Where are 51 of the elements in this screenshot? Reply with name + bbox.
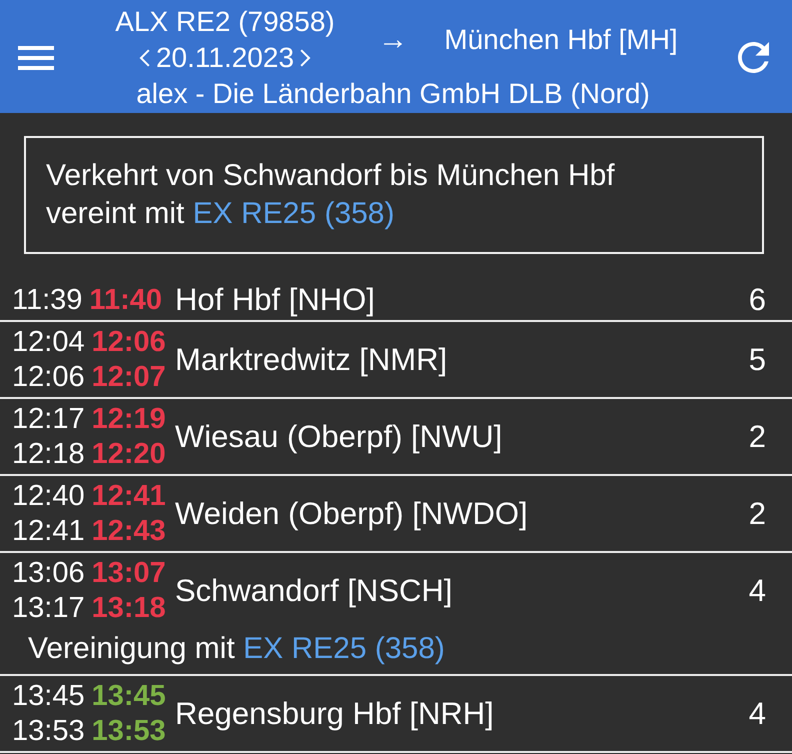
next-day-button[interactable] xyxy=(300,48,312,66)
actual-time: 13:18 xyxy=(92,591,166,626)
actual-time: 12:41 xyxy=(92,479,166,514)
actual-time: 13:07 xyxy=(92,556,166,591)
scheduled-time: 12:17 xyxy=(12,402,85,437)
actual-time: 13:53 xyxy=(92,714,166,749)
actual-time: 13:45 xyxy=(92,679,166,714)
platform-number: 6 xyxy=(748,282,766,318)
refresh-icon xyxy=(738,42,768,73)
station-name: Hof Hbf [NHO] xyxy=(175,282,376,318)
station-name: Wiesau (Oberpf) [NWU] xyxy=(175,419,504,455)
train-link[interactable]: EX RE25 (358) xyxy=(192,197,394,230)
scheduled-time: 13:06 xyxy=(12,556,85,591)
actual-time: 12:07 xyxy=(92,360,166,395)
station-name: Schwandorf [NSCH] xyxy=(175,573,454,609)
scheduled-time: 12:06 xyxy=(12,360,85,395)
platform-number: 2 xyxy=(748,496,766,532)
chevron-right-icon xyxy=(300,48,312,66)
actual-time: 11:40 xyxy=(89,282,162,318)
direction-arrow: → xyxy=(378,22,408,58)
actual-time: 12:20 xyxy=(92,437,166,472)
scheduled-time: 13:53 xyxy=(12,714,85,749)
platform-number: 5 xyxy=(748,342,766,378)
scheduled-time: 11:39 xyxy=(12,282,82,318)
train-link[interactable]: EX RE25 (358) xyxy=(243,632,445,665)
station-name: Weiden (Oberpf) [NWDO] xyxy=(175,496,529,532)
platform-number: 2 xyxy=(748,419,766,455)
menu-icon xyxy=(18,46,54,70)
menu-button[interactable] xyxy=(18,46,54,70)
actual-time: 12:43 xyxy=(92,514,166,549)
scheduled-time: 12:40 xyxy=(12,479,85,514)
previous-day-button[interactable] xyxy=(138,48,150,66)
scheduled-time: 12:18 xyxy=(12,437,85,472)
notice-text: Verkehrt von Schwandorf bis München Hbf vereint mit EX RE25 (358) xyxy=(46,158,616,232)
scheduled-time: 13:17 xyxy=(12,591,85,626)
refresh-button[interactable] xyxy=(738,42,768,73)
actual-time: 12:19 xyxy=(92,402,166,437)
date-text: 20.11.2023 xyxy=(156,40,294,74)
station-name: Regensburg Hbf [NRH] xyxy=(175,696,495,732)
operator-text: alex - Die Länderbahn GmbH DLB (Nord) xyxy=(136,76,650,111)
chevron-left-icon xyxy=(138,48,150,66)
train-title: ALX RE2 (79858) xyxy=(115,4,335,39)
stop-note: Vereinigung mit EX RE25 (358) xyxy=(27,631,446,667)
scheduled-time: 13:45 xyxy=(12,679,85,714)
actual-time: 12:06 xyxy=(92,325,166,360)
destination-text: München Hbf [MH] xyxy=(444,22,678,57)
scheduled-time: 12:41 xyxy=(12,514,85,549)
station-name: Marktredwitz [NMR] xyxy=(175,342,448,378)
platform-number: 4 xyxy=(748,573,766,609)
scheduled-time: 12:04 xyxy=(12,325,85,360)
platform-number: 4 xyxy=(748,696,766,732)
